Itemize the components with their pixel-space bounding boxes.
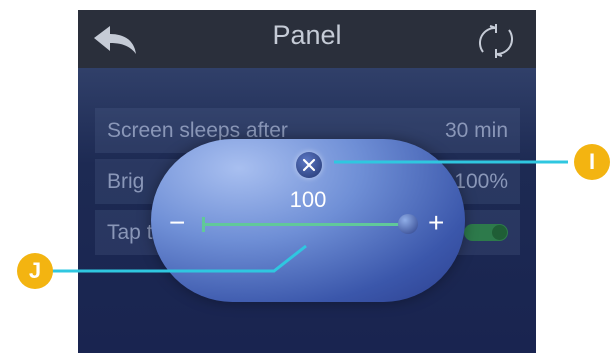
setting-value: 30 min bbox=[444, 119, 508, 142]
callout-marker-j: J bbox=[17, 253, 53, 289]
refresh-icon[interactable] bbox=[474, 22, 518, 60]
callout-marker-i: I bbox=[574, 144, 610, 180]
brightness-slider-track[interactable] bbox=[202, 223, 408, 226]
top-bar: Panel bbox=[78, 10, 536, 68]
close-button[interactable] bbox=[296, 152, 322, 178]
setting-label: Brig bbox=[107, 170, 145, 193]
tap-toggle[interactable] bbox=[464, 224, 508, 241]
brightness-popup: 100 − + bbox=[151, 139, 465, 302]
decrease-button[interactable]: − bbox=[169, 209, 185, 237]
setting-label: Tap t bbox=[107, 221, 153, 244]
close-icon bbox=[302, 158, 316, 172]
brightness-slider-thumb[interactable] bbox=[398, 214, 418, 234]
brightness-value: 100 bbox=[289, 187, 327, 212]
toggle-knob bbox=[492, 225, 507, 240]
page-title: Panel bbox=[272, 20, 342, 50]
increase-button[interactable]: + bbox=[428, 209, 444, 237]
